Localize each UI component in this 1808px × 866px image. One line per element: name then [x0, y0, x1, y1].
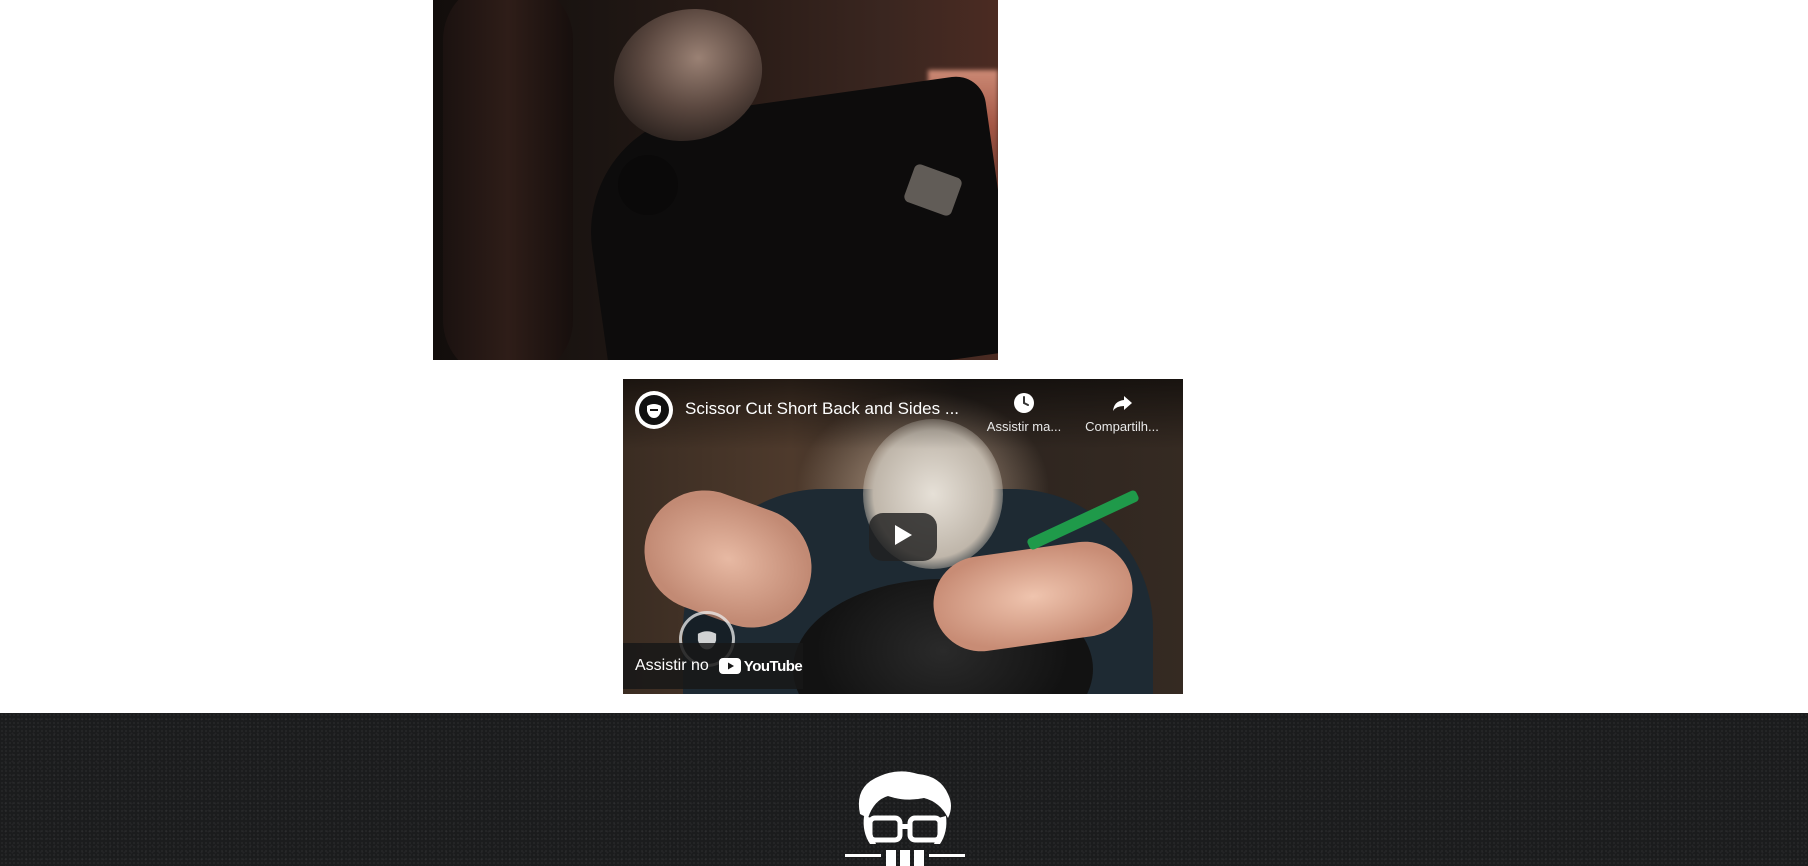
barber-photo	[433, 0, 998, 360]
watch-later-label: Assistir ma...	[986, 419, 1062, 434]
watch-on-youtube-button[interactable]: Assistir no YouTube	[623, 643, 803, 689]
watch-later-button[interactable]: Assistir ma...	[983, 389, 1065, 434]
youtube-logo: YouTube	[718, 657, 803, 675]
photo-chair	[618, 155, 678, 215]
play-icon	[893, 524, 913, 551]
youtube-logo-icon	[718, 658, 741, 674]
share-label: Compartilh...	[1085, 419, 1159, 434]
play-button[interactable]	[869, 513, 937, 561]
share-arrow-icon	[1110, 391, 1134, 415]
barber-glasses-logo-icon[interactable]	[840, 766, 970, 866]
video-title[interactable]: Scissor Cut Short Back and Sides ...	[685, 399, 975, 419]
clock-icon	[1012, 391, 1036, 415]
photo-barber-arm	[443, 0, 573, 360]
youtube-wordmark: YouTube	[743, 657, 803, 675]
page: Scissor Cut Short Back and Sides ... Ass…	[0, 0, 1808, 866]
beard-logo-icon	[639, 395, 669, 425]
youtube-embed[interactable]: Scissor Cut Short Back and Sides ... Ass…	[623, 379, 1183, 694]
watch-on-label: Assistir no	[635, 657, 709, 674]
share-button[interactable]: Compartilh...	[1081, 389, 1163, 434]
channel-avatar[interactable]	[635, 391, 673, 429]
